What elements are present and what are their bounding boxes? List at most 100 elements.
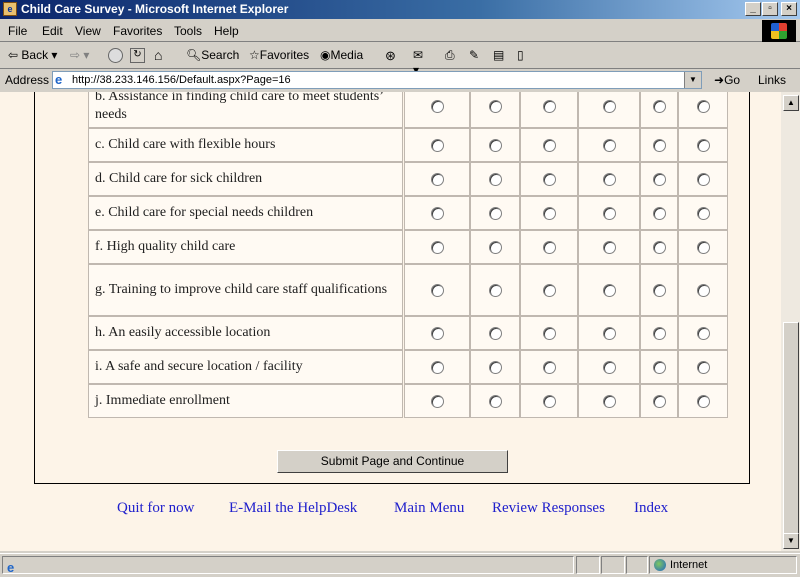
rating-radio[interactable] <box>697 207 710 220</box>
back-button[interactable]: ⇦ Back ▾ <box>8 48 57 62</box>
rating-radio[interactable] <box>431 327 444 340</box>
rating-cell <box>520 230 578 264</box>
rating-radio[interactable] <box>603 241 616 254</box>
rating-radio[interactable] <box>653 139 666 152</box>
scroll-down-icon[interactable]: ▼ <box>783 533 799 549</box>
rating-radio[interactable] <box>653 361 666 374</box>
menu-edit[interactable]: Edit <box>42 24 63 38</box>
menu-tools[interactable]: Tools <box>174 24 202 38</box>
rating-radio[interactable] <box>543 100 556 113</box>
rating-radio[interactable] <box>697 361 710 374</box>
link-index[interactable]: Index <box>634 500 668 517</box>
links-button[interactable]: Links <box>758 73 786 87</box>
print-icon[interactable]: ⎙ <box>445 48 460 63</box>
close-button[interactable]: × <box>781 2 797 16</box>
messenger-icon[interactable]: ▯ <box>517 48 532 63</box>
rating-radio[interactable] <box>543 361 556 374</box>
media-button[interactable]: ◉Media <box>320 48 363 62</box>
rating-radio[interactable] <box>543 284 556 297</box>
rating-radio[interactable] <box>697 139 710 152</box>
rating-radio[interactable] <box>431 100 444 113</box>
rating-radio[interactable] <box>489 361 502 374</box>
scroll-up-icon[interactable]: ▲ <box>783 95 799 111</box>
rating-radio[interactable] <box>489 173 502 186</box>
rating-radio[interactable] <box>543 395 556 408</box>
rating-radio[interactable] <box>431 207 444 220</box>
rating-radio[interactable] <box>489 100 502 113</box>
rating-radio[interactable] <box>543 173 556 186</box>
rating-radio[interactable] <box>653 241 666 254</box>
rating-radio[interactable] <box>431 284 444 297</box>
rating-radio[interactable] <box>489 395 502 408</box>
forward-button[interactable]: ⇨ ▾ <box>70 48 89 62</box>
rating-radio[interactable] <box>489 207 502 220</box>
submit-button[interactable]: Submit Page and Continue <box>277 450 508 473</box>
menu-view[interactable]: View <box>75 24 101 38</box>
rating-radio[interactable] <box>489 139 502 152</box>
rating-radio[interactable] <box>697 327 710 340</box>
rating-radio[interactable] <box>603 327 616 340</box>
rating-radio[interactable] <box>543 139 556 152</box>
rating-radio[interactable] <box>653 395 666 408</box>
edit-icon[interactable]: ✎ <box>469 48 484 63</box>
rating-radio[interactable] <box>431 139 444 152</box>
rating-cell <box>578 128 640 162</box>
rating-radio[interactable] <box>431 361 444 374</box>
question-cell: f. High quality child care <box>88 230 403 264</box>
menu-file[interactable]: File <box>8 24 27 38</box>
refresh-icon[interactable]: ↻ <box>130 48 145 63</box>
rating-radio[interactable] <box>543 327 556 340</box>
rating-radio[interactable] <box>603 395 616 408</box>
address-input[interactable]: e http://38.233.146.156/Default.aspx?Pag… <box>52 71 702 89</box>
rating-radio[interactable] <box>603 139 616 152</box>
rating-radio[interactable] <box>697 173 710 186</box>
rating-radio[interactable] <box>489 327 502 340</box>
rating-radio[interactable] <box>431 241 444 254</box>
restore-button[interactable]: ▫ <box>762 2 778 16</box>
rating-radio[interactable] <box>653 327 666 340</box>
rating-radio[interactable] <box>653 100 666 113</box>
rating-radio[interactable] <box>603 284 616 297</box>
rating-radio[interactable] <box>603 361 616 374</box>
scroll-thumb[interactable] <box>783 322 799 534</box>
rating-radio[interactable] <box>489 241 502 254</box>
rating-radio[interactable] <box>431 173 444 186</box>
rating-radio[interactable] <box>697 284 710 297</box>
rating-radio[interactable] <box>543 207 556 220</box>
menu-favorites[interactable]: Favorites <box>113 24 162 38</box>
rating-cell <box>578 230 640 264</box>
rating-radio[interactable] <box>489 284 502 297</box>
question-cell: g. Training to improve child care staff … <box>88 264 403 316</box>
vertical-scrollbar[interactable]: ▲ ▼ <box>781 92 800 551</box>
link-email-helpdesk[interactable]: E-Mail the HelpDesk <box>229 500 357 517</box>
minimize-button[interactable]: _ <box>745 2 761 16</box>
link-quit[interactable]: Quit for now <box>117 500 195 517</box>
search-button[interactable]: 🔍︎Search <box>186 48 239 62</box>
address-dropdown-icon[interactable]: ▼ <box>684 72 701 88</box>
rating-radio[interactable] <box>653 207 666 220</box>
rating-cell <box>404 162 470 196</box>
rating-radio[interactable] <box>603 207 616 220</box>
ie-app-icon[interactable]: e <box>3 2 17 16</box>
go-button[interactable]: ➜Go <box>714 73 740 87</box>
rating-radio[interactable] <box>543 241 556 254</box>
home-icon[interactable]: ⌂ <box>154 48 169 63</box>
rating-radio[interactable] <box>431 395 444 408</box>
menu-help[interactable]: Help <box>214 24 239 38</box>
rating-cell <box>470 92 520 128</box>
rating-radio[interactable] <box>653 173 666 186</box>
link-review-responses[interactable]: Review Responses <box>492 500 605 517</box>
mail-icon[interactable]: ✉▾ <box>413 48 428 77</box>
rating-radio[interactable] <box>653 284 666 297</box>
stop-icon[interactable] <box>108 48 123 63</box>
rating-radio[interactable] <box>697 241 710 254</box>
link-main-menu[interactable]: Main Menu <box>394 500 464 517</box>
rating-radio[interactable] <box>603 100 616 113</box>
rating-radio[interactable] <box>697 395 710 408</box>
discuss-icon[interactable]: ▤ <box>493 48 508 63</box>
favorites-button[interactable]: ☆Favorites <box>249 48 309 62</box>
rating-radio[interactable] <box>697 100 710 113</box>
zone-label: Internet <box>670 559 708 571</box>
history-icon[interactable]: ⊛ <box>385 48 400 63</box>
rating-radio[interactable] <box>603 173 616 186</box>
